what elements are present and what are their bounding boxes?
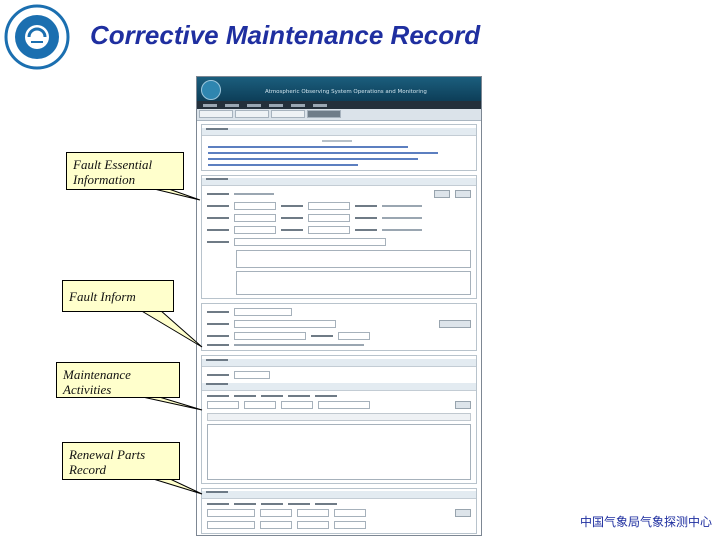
callout-fault-inform: Fault Inform	[62, 280, 174, 312]
callout-fault-essential: Fault Essential Information	[66, 152, 184, 190]
callout-maintenance: Maintenance Activities	[56, 362, 180, 398]
callout-renewal: Renewal Parts Record	[62, 442, 180, 480]
footer-organization: 中国气象局气象探测中心	[579, 515, 712, 529]
